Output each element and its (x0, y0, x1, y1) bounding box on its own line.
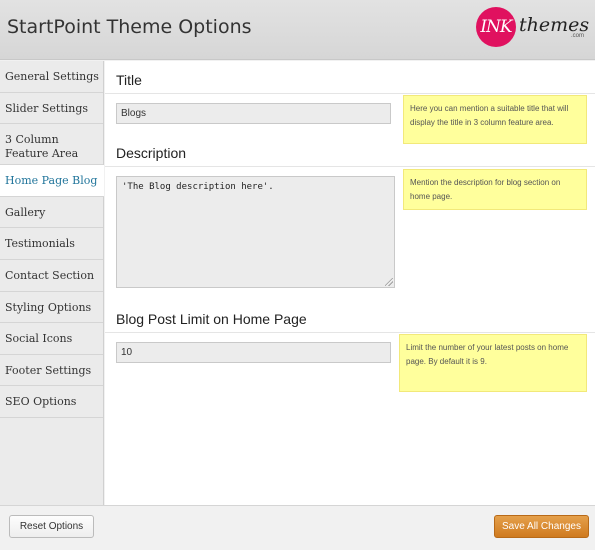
sidebar-item-home-page-blog[interactable]: Home Page Blog (0, 165, 104, 197)
options-sidebar: General Settings Slider Settings 3 Colum… (0, 61, 104, 505)
description-heading: Description (116, 145, 187, 161)
page-title: StartPoint Theme Options (7, 16, 252, 38)
sidebar-item-gallery[interactable]: Gallery (0, 197, 103, 229)
logo-ink-mark: INK (476, 7, 516, 47)
post-limit-input[interactable]: 10 (116, 342, 391, 363)
limit-heading: Blog Post Limit on Home Page (116, 311, 307, 327)
sidebar-item-3-column-feature-area[interactable]: 3 Column Feature Area (0, 124, 103, 166)
description-textarea[interactable]: 'The Blog description here'. (116, 176, 395, 288)
divider (105, 332, 595, 333)
sidebar-item-social-icons[interactable]: Social Icons (0, 323, 103, 355)
save-all-changes-button[interactable]: Save All Changes (494, 515, 589, 538)
limit-help-note: Limit the number of your latest posts on… (399, 334, 587, 392)
description-help-note: Mention the description for blog section… (403, 169, 587, 210)
title-heading: Title (116, 72, 142, 88)
sidebar-item-styling-options[interactable]: Styling Options (0, 292, 103, 324)
options-panel: Title Blogs Here you can mention a suita… (105, 61, 595, 505)
title-help-note: Here you can mention a suitable title th… (403, 95, 587, 144)
divider (105, 93, 595, 94)
logo-dotcom-text: .com (571, 33, 585, 39)
title-input[interactable]: Blogs (116, 103, 391, 124)
inkthemes-logo: INK themes .com (476, 7, 589, 51)
page-header: StartPoint Theme Options INK themes .com (0, 0, 595, 60)
reset-options-button[interactable]: Reset Options (9, 515, 94, 538)
description-text: 'The Blog description here'. (122, 182, 274, 192)
sidebar-item-slider-settings[interactable]: Slider Settings (0, 93, 103, 125)
sidebar-item-contact-section[interactable]: Contact Section (0, 260, 103, 292)
footer-bar: Reset Options Save All Changes (0, 505, 595, 550)
divider (105, 166, 595, 167)
sidebar-item-general-settings[interactable]: General Settings (0, 61, 103, 93)
sidebar-item-testimonials[interactable]: Testimonials (0, 228, 103, 260)
sidebar-item-footer-settings[interactable]: Footer Settings (0, 355, 103, 387)
sidebar-item-seo-options[interactable]: SEO Options (0, 386, 103, 418)
resize-grip-icon[interactable] (385, 278, 393, 286)
